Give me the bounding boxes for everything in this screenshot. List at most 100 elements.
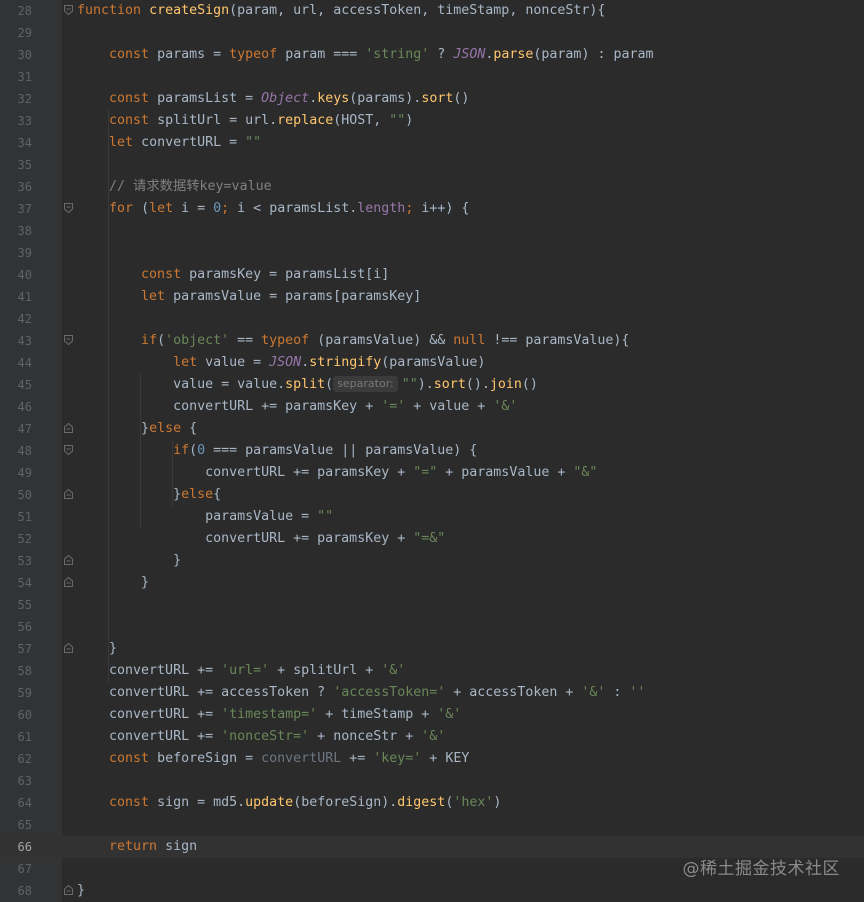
code-text[interactable]: let paramsValue = params[paramsKey]	[77, 286, 421, 308]
code-line[interactable]: 47 }else {	[0, 418, 864, 440]
code-line[interactable]: 39	[0, 242, 864, 264]
code-text[interactable]: convertURL += paramsKey + '=' + value + …	[77, 396, 517, 418]
code-line[interactable]: 51 paramsValue = ""	[0, 506, 864, 528]
code-text[interactable]: const splitUrl = url.replace(HOST, "")	[77, 110, 413, 132]
code-line[interactable]: 41 let paramsValue = params[paramsKey]	[0, 286, 864, 308]
line-number: 62	[17, 752, 32, 766]
fold-open-icon[interactable]	[64, 203, 73, 213]
line-number: 48	[17, 444, 32, 458]
code-text[interactable]: if('object' == typeof (paramsValue) && n…	[77, 330, 629, 352]
line-number: 50	[17, 488, 32, 502]
fold-open-icon[interactable]	[64, 445, 73, 455]
code-line[interactable]: 34 let convertURL = ""	[0, 132, 864, 154]
fold-open-icon[interactable]	[64, 5, 73, 15]
code-line[interactable]: 46 convertURL += paramsKey + '=' + value…	[0, 396, 864, 418]
code-line[interactable]: 43 if('object' == typeof (paramsValue) &…	[0, 330, 864, 352]
code-line[interactable]: 62 const beforeSign = convertURL += 'key…	[0, 748, 864, 770]
code-line[interactable]: 61 convertURL += 'nonceStr=' + nonceStr …	[0, 726, 864, 748]
code-line[interactable]: 49 convertURL += paramsKey + "=" + param…	[0, 462, 864, 484]
code-text[interactable]: if(0 === paramsValue || paramsValue) {	[77, 440, 477, 462]
code-line[interactable]: 32 const paramsList = Object.keys(params…	[0, 88, 864, 110]
code-editor[interactable]: 28 function createSign(param, url, access…	[0, 0, 864, 902]
code-token: if	[141, 333, 158, 348]
code-line[interactable]: 58 convertURL += 'url=' + splitUrl + '&'	[0, 660, 864, 682]
code-text[interactable]: }	[77, 880, 85, 902]
code-text[interactable]: for (let i = 0; i < paramsList.length; i…	[77, 198, 469, 220]
code-text[interactable]: let convertURL = ""	[77, 132, 261, 154]
code-line[interactable]: 35	[0, 154, 864, 176]
fold-end-icon[interactable]	[64, 577, 73, 587]
code-token: (paramsValue)	[381, 355, 486, 370]
line-number: 34	[17, 136, 32, 150]
code-text[interactable]: let value = JSON.stringify(paramsValue)	[77, 352, 485, 374]
code-line[interactable]: 36 // 请求数据转key=value	[0, 176, 864, 198]
code-line[interactable]: 38	[0, 220, 864, 242]
code-line[interactable]: 60 convertURL += 'timestamp=' + timeStam…	[0, 704, 864, 726]
fold-end-icon[interactable]	[64, 643, 73, 653]
code-text[interactable]: const paramsKey = paramsList[i]	[77, 264, 389, 286]
code-line[interactable]: 30 const params = typeof param === 'stri…	[0, 44, 864, 66]
code-text[interactable]: convertURL += paramsKey + "=" + paramsVa…	[77, 462, 597, 484]
code-line[interactable]: 65	[0, 814, 864, 836]
code-line[interactable]: 40 const paramsKey = paramsList[i]	[0, 264, 864, 286]
code-line[interactable]: 59 convertURL += accessToken ? 'accessTo…	[0, 682, 864, 704]
code-token: value = value.	[77, 377, 286, 392]
code-text[interactable]: const params = typeof param === 'string'…	[77, 44, 653, 66]
line-number: 67	[17, 862, 32, 876]
code-text[interactable]: }	[77, 550, 181, 572]
code-token: digest	[397, 795, 446, 810]
code-text[interactable]: }	[77, 638, 117, 660]
line-number: 29	[17, 26, 32, 40]
fold-end-icon[interactable]	[64, 423, 73, 433]
line-number: 52	[17, 532, 32, 546]
code-line[interactable]: 50 }else{	[0, 484, 864, 506]
fold-open-icon[interactable]	[64, 335, 73, 345]
code-token: stringify	[309, 355, 382, 370]
code-text[interactable]: convertURL += 'url=' + splitUrl + '&'	[77, 660, 405, 682]
code-line[interactable]: 29	[0, 22, 864, 44]
code-token: {	[189, 421, 198, 436]
code-line[interactable]: 33 const splitUrl = url.replace(HOST, ""…	[0, 110, 864, 132]
code-line[interactable]: 55	[0, 594, 864, 616]
code-text[interactable]: convertURL += 'nonceStr=' + nonceStr + '…	[77, 726, 445, 748]
code-line[interactable]: 53 }	[0, 550, 864, 572]
code-token: let	[109, 135, 142, 150]
code-text[interactable]: const beforeSign = convertURL += 'key=' …	[77, 748, 469, 770]
code-token: 'nonceStr='	[221, 729, 310, 744]
code-line[interactable]: 45 value = value.split(separator: "").sor…	[0, 374, 864, 396]
code-text[interactable]: const paramsList = Object.keys(params).s…	[77, 88, 469, 110]
code-line[interactable]: 57 }	[0, 638, 864, 660]
code-line[interactable]: 42	[0, 308, 864, 330]
code-line[interactable]: 28 function createSign(param, url, access…	[0, 0, 864, 22]
line-number: 57	[17, 642, 32, 656]
code-line[interactable]: 37 for (let i = 0; i < paramsList.length…	[0, 198, 864, 220]
code-text[interactable]: value = value.split(separator: "").sort()…	[77, 374, 538, 396]
code-text[interactable]: // 请求数据转key=value	[77, 176, 272, 198]
code-text[interactable]: function createSign(param, url, accessTo…	[77, 0, 605, 22]
code-line[interactable]: 52 convertURL += paramsKey + "=&"	[0, 528, 864, 550]
code-text[interactable]: return sign	[77, 836, 197, 858]
code-text[interactable]: convertURL += accessToken ? 'accessToken…	[77, 682, 645, 704]
code-text[interactable]: const sign = md5.update(beforeSign).dige…	[77, 792, 501, 814]
code-text[interactable]: }	[77, 572, 149, 594]
code-line[interactable]: 56	[0, 616, 864, 638]
code-line[interactable]: 63	[0, 770, 864, 792]
code-text[interactable]: convertURL += paramsKey + "=&"	[77, 528, 445, 550]
code-text[interactable]: }else{	[77, 484, 221, 506]
code-text[interactable]: }else {	[77, 418, 197, 440]
code-line[interactable]: 68}	[0, 880, 864, 902]
code-token: 'url='	[221, 663, 270, 678]
code-token: let	[149, 201, 182, 216]
code-line[interactable]: 64 const sign = md5.update(beforeSign).d…	[0, 792, 864, 814]
fold-end-icon[interactable]	[64, 489, 73, 499]
fold-end-icon[interactable]	[64, 555, 73, 565]
code-line[interactable]: 44 let value = JSON.stringify(paramsValu…	[0, 352, 864, 374]
code-line[interactable]: 31	[0, 66, 864, 88]
code-text[interactable]: paramsValue = ""	[77, 506, 333, 528]
code-token: ;	[221, 201, 238, 216]
code-text[interactable]: convertURL += 'timestamp=' + timeStamp +…	[77, 704, 461, 726]
fold-end-icon[interactable]	[64, 885, 73, 895]
code-line[interactable]: 48 if(0 === paramsValue || paramsValue) …	[0, 440, 864, 462]
code-line[interactable]: 54 }	[0, 572, 864, 594]
